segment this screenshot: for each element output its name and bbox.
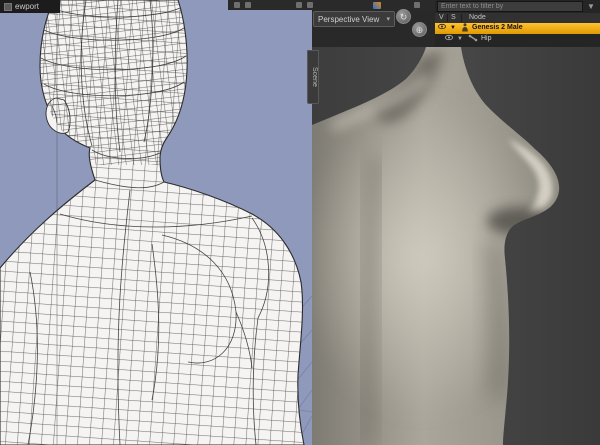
scene-row-genesis-2-male[interactable]: ▼ Genesis 2 Male [435, 23, 600, 34]
scene-row-hip[interactable]: ▼ Hip [435, 33, 600, 47]
scene-pane-side-tab[interactable]: Scene [307, 50, 319, 104]
wireframe-viewport[interactable] [0, 0, 313, 445]
orbit-camera-icon[interactable]: ↻ [396, 9, 411, 24]
view-selector-dropdown[interactable]: Perspective View ▾ [313, 11, 395, 27]
toolbar-icon-2[interactable] [245, 2, 251, 8]
toolbar-icon-1[interactable] [234, 2, 240, 8]
scene-filter-input[interactable] [437, 1, 583, 12]
col-selected[interactable]: S [451, 13, 456, 23]
expander-triangle-icon[interactable]: ▼ [457, 34, 463, 45]
toolbar-icon-3[interactable] [296, 2, 302, 8]
expander-triangle-icon[interactable]: ▼ [450, 23, 456, 34]
bone-icon [468, 34, 478, 47]
toolbar-icon-5[interactable] [414, 2, 420, 8]
filter-funnel-icon[interactable]: ▼ [587, 2, 597, 12]
frame-glyph: ⊕ [415, 25, 424, 35]
viewport-pane-tab[interactable]: ewport [0, 0, 60, 13]
scene-node-label: Genesis 2 Male [472, 24, 523, 31]
daz-cube-icon[interactable] [373, 1, 381, 9]
col-node[interactable]: Node [469, 13, 486, 23]
scene-node-label: Hip [481, 34, 492, 42]
chevron-down-icon: ▾ [386, 16, 390, 23]
view-selector-label: Perspective View [318, 14, 380, 24]
app-window: Perspective View ▾ ↻ ⊕ ▼ V S Node ▼ Gene… [0, 0, 600, 445]
toolbar-icon-4[interactable] [307, 2, 313, 8]
frame-view-icon[interactable]: ⊕ [412, 22, 427, 37]
pane-icon [4, 2, 12, 11]
shaded-canvas [312, 47, 600, 445]
shaded-viewport[interactable] [312, 47, 600, 445]
col-visibility[interactable]: V [439, 13, 444, 23]
pane-tab-label: ewport [15, 2, 40, 11]
viewport-toolbar [228, 0, 441, 10]
wireframe-canvas [0, 0, 313, 445]
visibility-eye-icon[interactable] [445, 34, 453, 46]
orbit-glyph: ↻ [399, 12, 408, 22]
